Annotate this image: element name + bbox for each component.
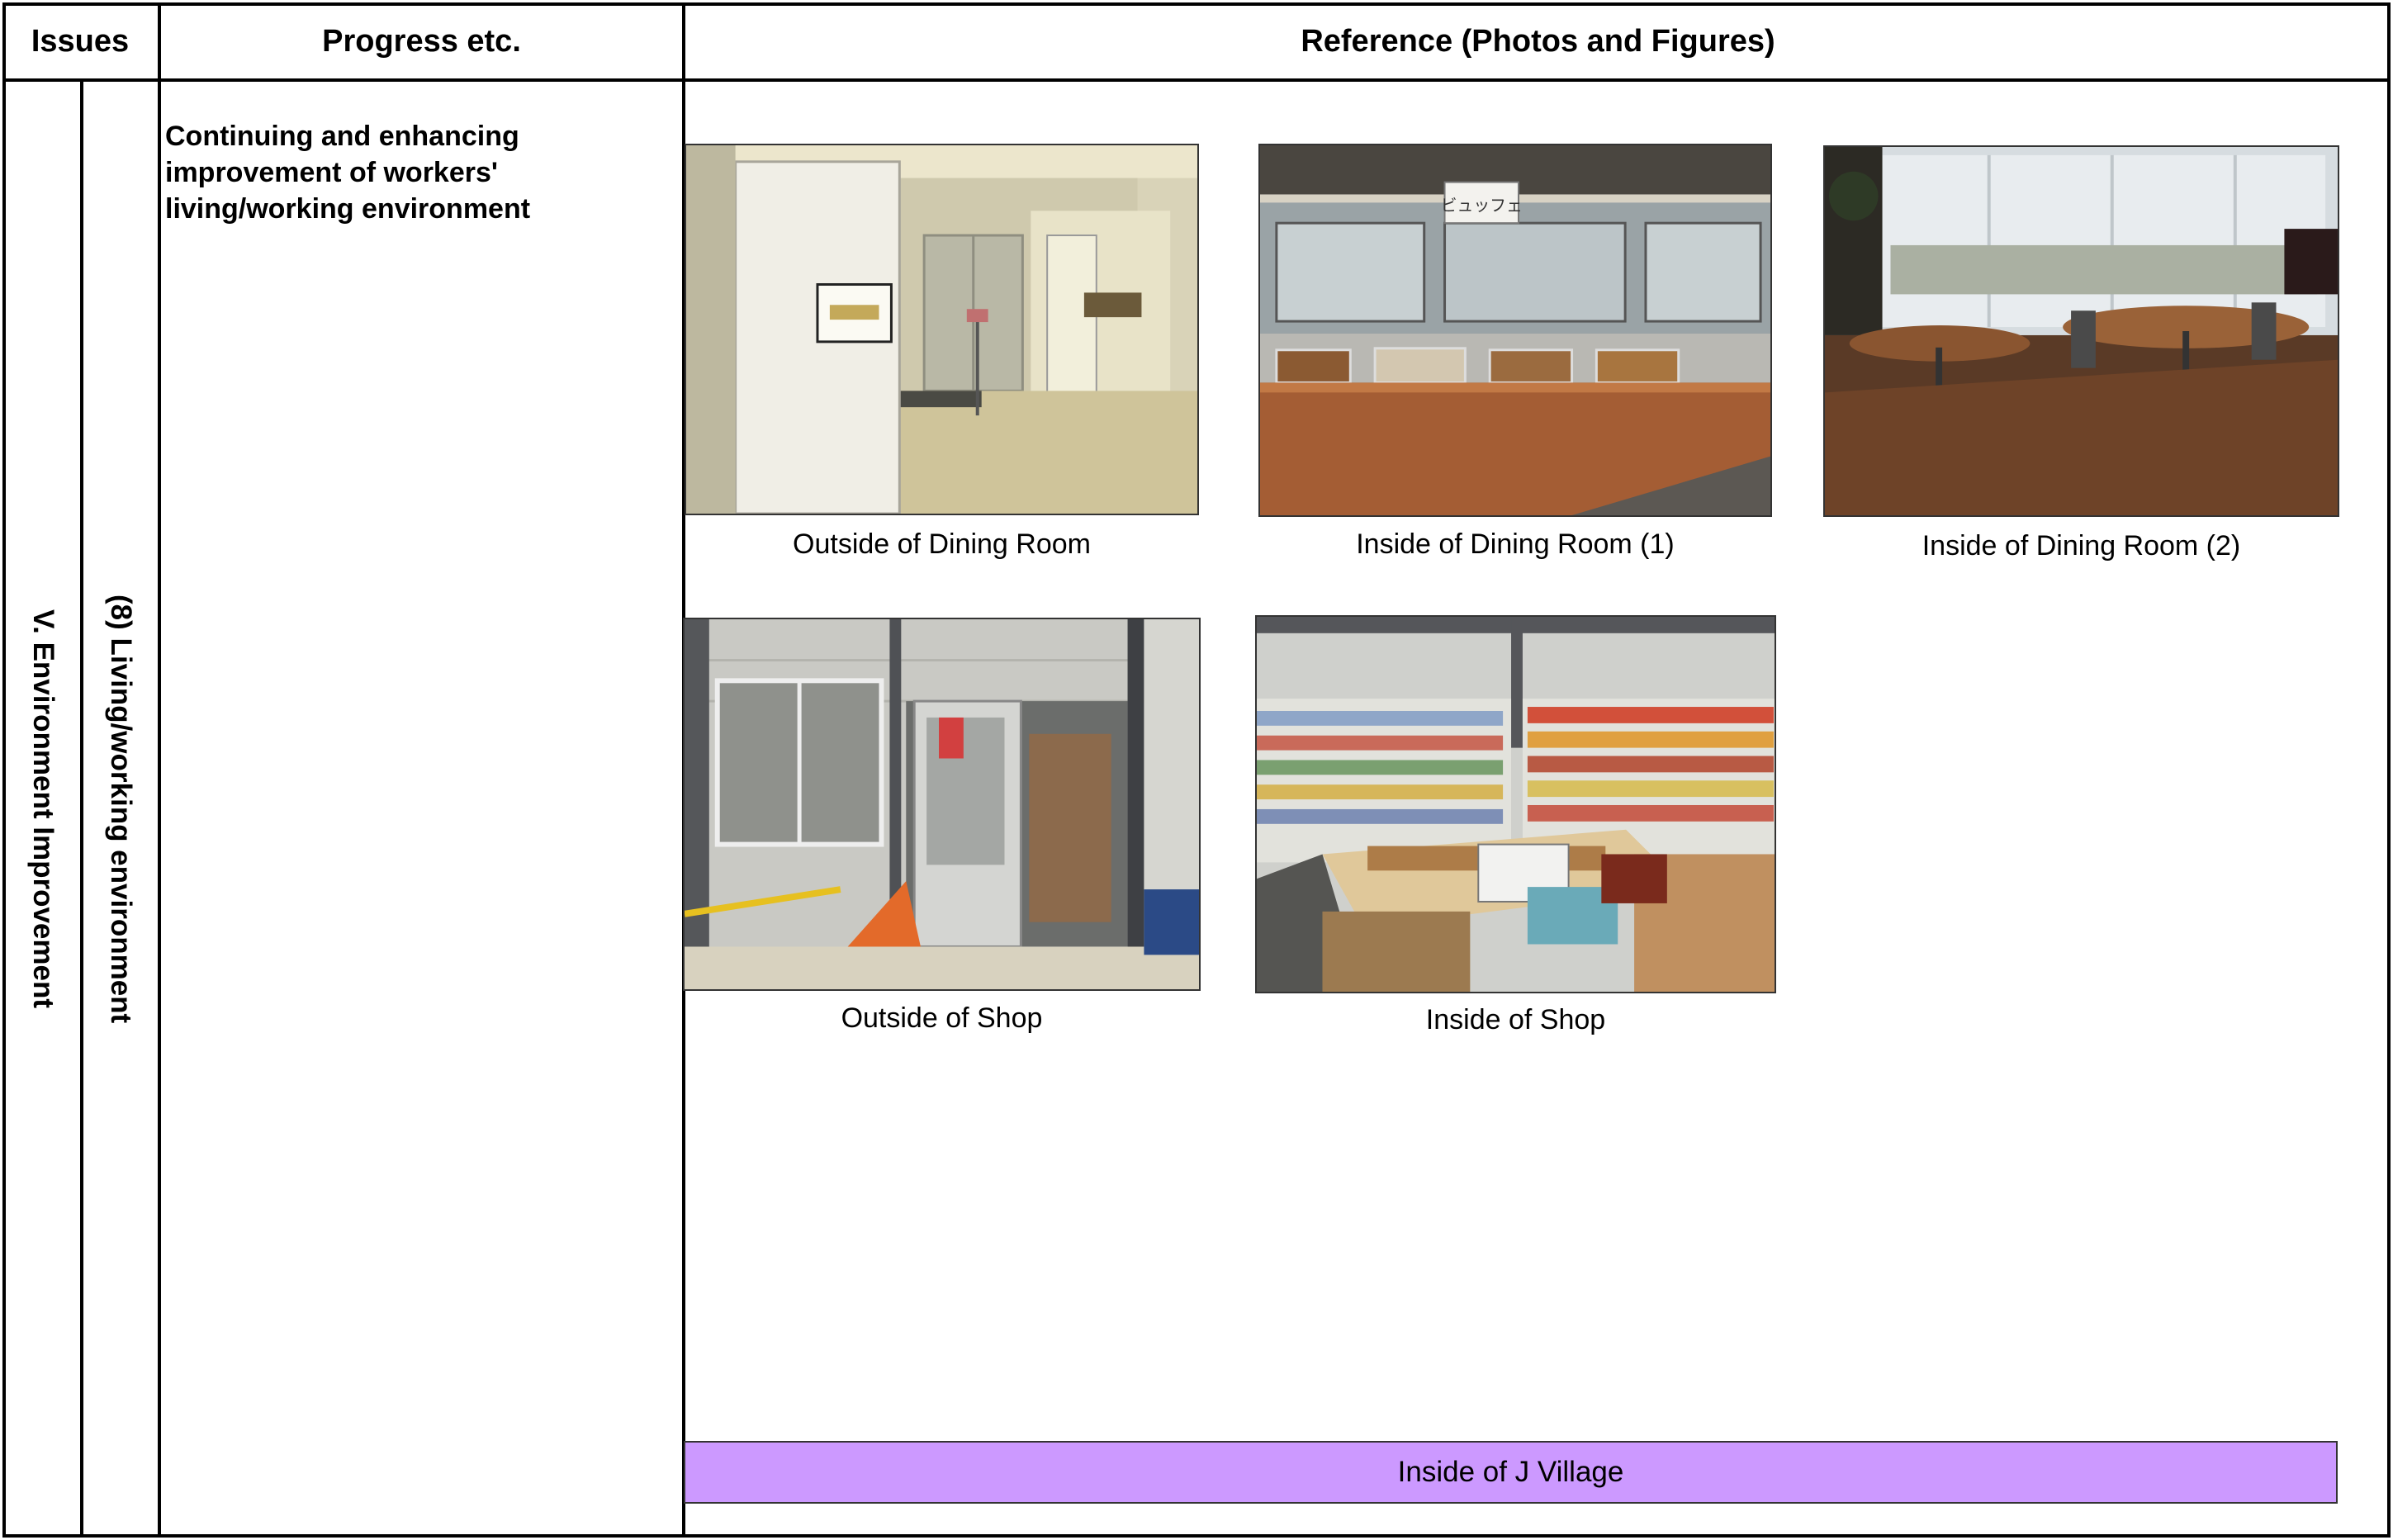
location-banner: Inside of J Village <box>684 1441 2338 1504</box>
issues-header: Issues <box>31 23 130 59</box>
shop-entrance-photo <box>683 618 1201 991</box>
photo-caption: Inside of Dining Room (2) <box>1922 530 2241 562</box>
photo-caption: Outside of Shop <box>841 1002 1043 1034</box>
progress-header: Progress etc. <box>322 23 521 59</box>
buffet-sign-text: ビュッフェ <box>1441 196 1523 215</box>
issue-category: V. Environment Improvement <box>27 609 59 1008</box>
photo-caption: Inside of Dining Room (1) <box>1356 528 1675 560</box>
buffet-counter-photo: ビュッフェ <box>1258 144 1772 517</box>
reference-header: Reference (Photos and Figures) <box>1301 23 1775 59</box>
photo-caption: Outside of Dining Room <box>793 528 1091 560</box>
dining-tables-photo <box>1823 145 2339 517</box>
issue-subcategory: (8) Living/working environment <box>105 594 137 1024</box>
dining-room-entrance-photo <box>685 144 1199 515</box>
shop-shelves-photo <box>1255 615 1776 993</box>
progress-description: Continuing and enhancing improvement of … <box>165 121 531 225</box>
issues-column-divider <box>158 2 161 1538</box>
photo-caption: Inside of Shop <box>1425 1004 1606 1035</box>
